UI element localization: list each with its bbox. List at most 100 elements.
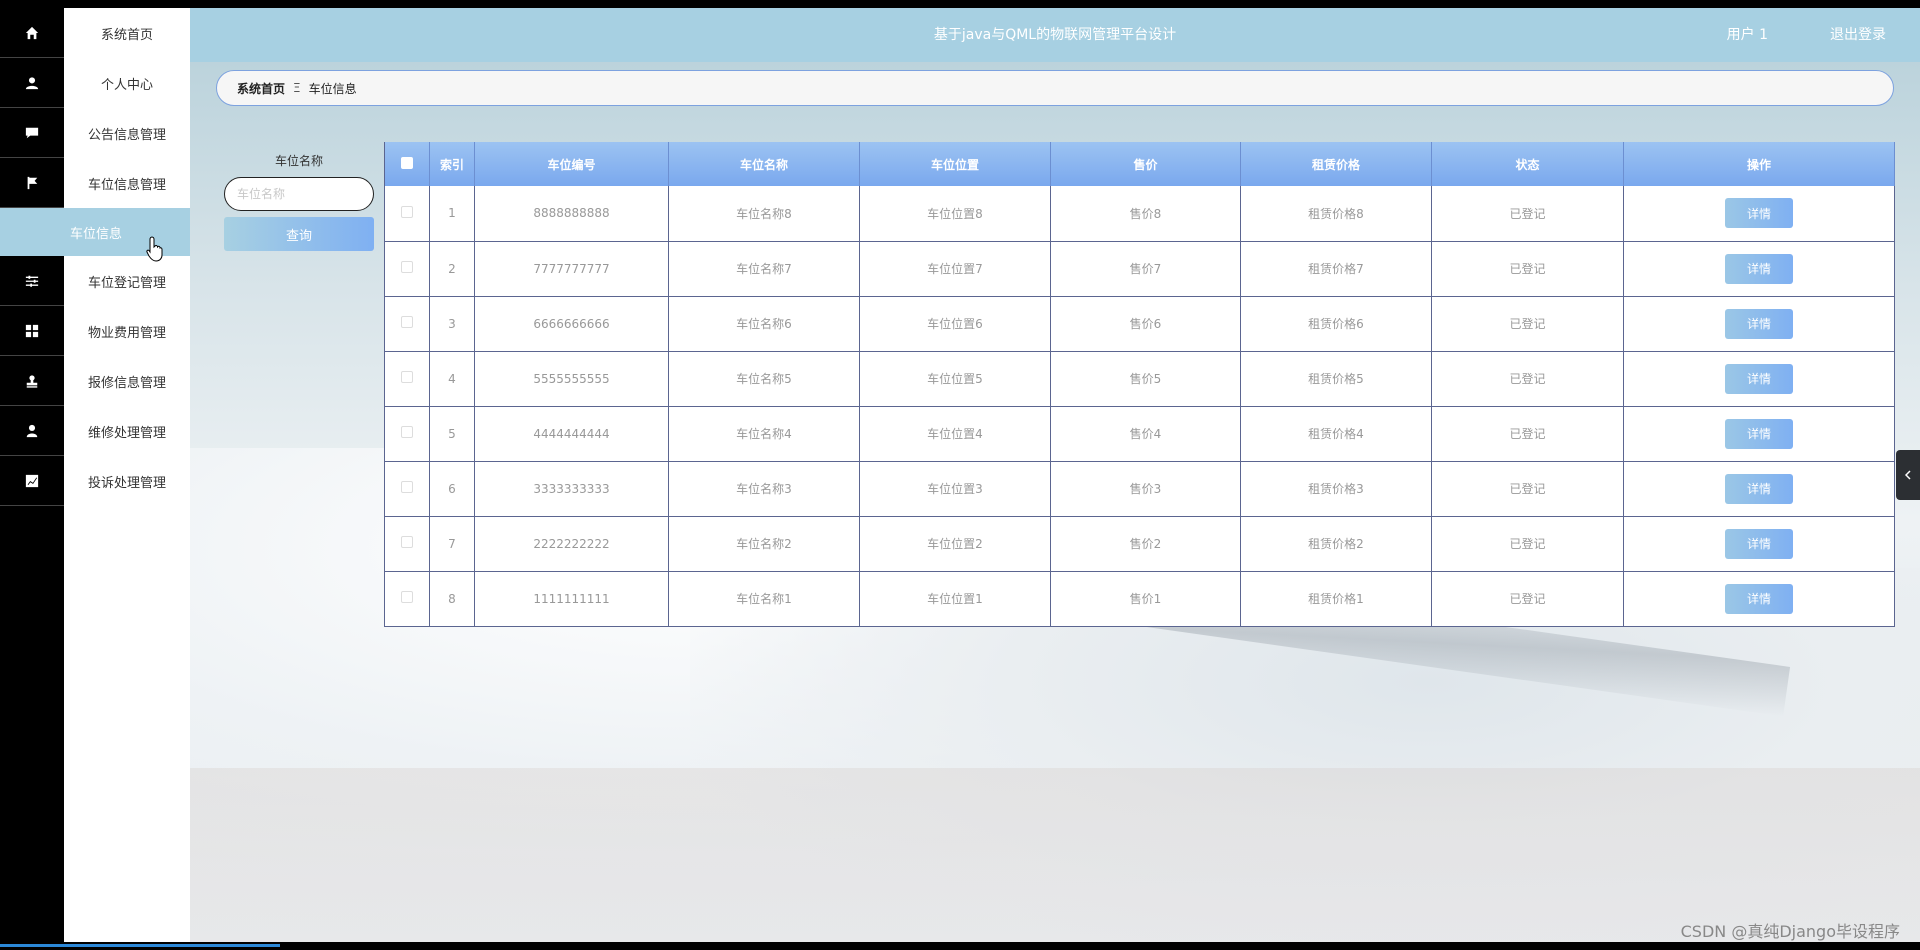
sidebar-item-home[interactable]: 系统首页 <box>0 8 190 58</box>
row-checkbox[interactable] <box>384 516 430 572</box>
search-label: 车位名称 <box>274 154 323 168</box>
cell-rent: 租赁价格1 <box>1240 571 1432 627</box>
detail-button[interactable]: 详情 <box>1725 308 1793 339</box>
detail-button[interactable]: 详情 <box>1725 473 1793 504</box>
row-checkbox[interactable] <box>384 461 430 517</box>
cell-status: 已登记 <box>1431 516 1624 572</box>
cell-rent: 租赁价格8 <box>1240 186 1432 242</box>
table-row: 6 3333333333 车位名称3 车位位置3 售价3 租赁价格3 已登记 详… <box>384 461 1895 517</box>
cell-action: 详情 <box>1623 406 1895 462</box>
row-checkbox[interactable] <box>384 406 430 462</box>
sidebar-item-maintenance[interactable]: 维修处理管理 <box>0 406 190 456</box>
pointer-cursor-icon <box>146 236 163 262</box>
cell-status: 已登记 <box>1431 296 1624 352</box>
row-checkbox[interactable] <box>384 351 430 407</box>
cell-location: 车位位置8 <box>859 186 1051 242</box>
sidebar-item-label: 报修信息管理 <box>87 375 166 391</box>
cell-code: 8888888888 <box>474 186 669 242</box>
app-window: 系统首页 个人中心 公告信息管理 车位信息管理 车位信息 车位登记管理 物业费用… <box>0 0 1920 950</box>
cell-action: 详情 <box>1623 516 1895 572</box>
sidebar-item-repair-info[interactable]: 报修信息管理 <box>0 356 190 406</box>
row-checkbox[interactable] <box>384 571 430 627</box>
cell-action: 详情 <box>1623 571 1895 627</box>
sidebar-item-profile[interactable]: 个人中心 <box>0 58 190 108</box>
cell-location: 车位位置4 <box>859 406 1051 462</box>
table-row: 3 6666666666 车位名称6 车位位置6 售价6 租赁价格6 已登记 详… <box>384 296 1895 352</box>
flag-icon <box>0 158 64 208</box>
cell-price: 售价1 <box>1050 571 1241 627</box>
collapse-panel-toggle[interactable] <box>1896 450 1920 500</box>
table-row: 4 5555555555 车位名称5 车位位置5 售价5 租赁价格5 已登记 详… <box>384 351 1895 407</box>
cell-code: 1111111111 <box>474 571 669 627</box>
cell-status: 已登记 <box>1431 406 1624 462</box>
cell-code: 5555555555 <box>474 351 669 407</box>
cell-index: 7 <box>429 516 475 572</box>
sidebar-item-label: 投诉处理管理 <box>87 475 166 491</box>
person-icon <box>0 406 64 456</box>
sidebar-item-complaints[interactable]: 投诉处理管理 <box>0 456 190 506</box>
detail-button[interactable]: 详情 <box>1725 418 1793 449</box>
current-user: 用户 1 <box>1726 27 1768 43</box>
breadcrumb-home[interactable]: 系统首页 <box>237 80 285 97</box>
sidebar-item-label: 个人中心 <box>100 77 153 93</box>
cell-code: 6666666666 <box>474 296 669 352</box>
cell-name: 车位名称3 <box>668 461 860 517</box>
stamp-icon <box>0 356 64 406</box>
row-checkbox[interactable] <box>384 296 430 352</box>
cell-status: 已登记 <box>1431 186 1624 242</box>
cell-code: 2222222222 <box>474 516 669 572</box>
search-button[interactable]: 查询 <box>224 217 374 251</box>
cell-location: 车位位置2 <box>859 516 1051 572</box>
sidebar-item-parking-registration[interactable]: 车位登记管理 <box>0 256 190 306</box>
cell-price: 售价8 <box>1050 186 1241 242</box>
cell-rent: 租赁价格3 <box>1240 461 1432 517</box>
table-header-row: 索引 车位编号 车位名称 车位位置 售价 租赁价格 状态 操作 <box>384 142 1895 186</box>
sidebar-item-label: 公告信息管理 <box>87 127 166 143</box>
cell-status: 已登记 <box>1431 571 1624 627</box>
chevron-left-icon <box>1904 470 1911 480</box>
cell-code: 7777777777 <box>474 241 669 297</box>
breadcrumb: 系统首页 Ξ 车位信息 <box>216 70 1894 106</box>
cell-action: 详情 <box>1623 241 1895 297</box>
detail-button[interactable]: 详情 <box>1725 253 1793 284</box>
column-header: 售价 <box>1050 142 1241 186</box>
cell-location: 车位位置6 <box>859 296 1051 352</box>
cell-status: 已登记 <box>1431 241 1624 297</box>
cell-index: 5 <box>429 406 475 462</box>
row-checkbox[interactable] <box>384 186 430 242</box>
background-ground <box>190 768 1920 942</box>
detail-button[interactable]: 详情 <box>1725 528 1793 559</box>
detail-button[interactable]: 详情 <box>1725 363 1793 394</box>
chat-icon <box>0 108 64 158</box>
row-checkbox[interactable] <box>384 241 430 297</box>
cell-action: 详情 <box>1623 461 1895 517</box>
watermark: CSDN @真纯Django毕设程序 <box>1680 922 1900 941</box>
select-all-checkbox[interactable] <box>384 142 430 186</box>
detail-button[interactable]: 详情 <box>1725 198 1793 229</box>
column-header: 车位位置 <box>859 142 1051 186</box>
cell-rent: 租赁价格6 <box>1240 296 1432 352</box>
cell-price: 售价6 <box>1050 296 1241 352</box>
breadcrumb-current: 车位信息 <box>308 81 357 96</box>
cell-name: 车位名称5 <box>668 351 860 407</box>
logout-link[interactable]: 退出登录 <box>1830 8 1886 62</box>
sidebar-item-label: 车位登记管理 <box>87 275 166 291</box>
cell-code: 4444444444 <box>474 406 669 462</box>
sidebar-item-property-fees[interactable]: 物业费用管理 <box>0 306 190 356</box>
cell-name: 车位名称4 <box>668 406 860 462</box>
cell-index: 4 <box>429 351 475 407</box>
video-progress-bar[interactable] <box>0 942 1920 950</box>
progress-fill <box>0 944 280 947</box>
sidebar-item-announcements[interactable]: 公告信息管理 <box>0 108 190 158</box>
detail-button[interactable]: 详情 <box>1725 583 1793 614</box>
cell-name: 车位名称8 <box>668 186 860 242</box>
column-header: 租赁价格 <box>1240 142 1432 186</box>
search-input[interactable] <box>224 177 374 211</box>
sidebar-item-label: 维修处理管理 <box>87 425 166 441</box>
cell-index: 6 <box>429 461 475 517</box>
column-header: 索引 <box>429 142 475 186</box>
table-row: 2 7777777777 车位名称7 车位位置7 售价7 租赁价格7 已登记 详… <box>384 241 1895 297</box>
cell-name: 车位名称7 <box>668 241 860 297</box>
sidebar-item-parking-management[interactable]: 车位信息管理 <box>0 158 190 208</box>
cell-rent: 租赁价格2 <box>1240 516 1432 572</box>
